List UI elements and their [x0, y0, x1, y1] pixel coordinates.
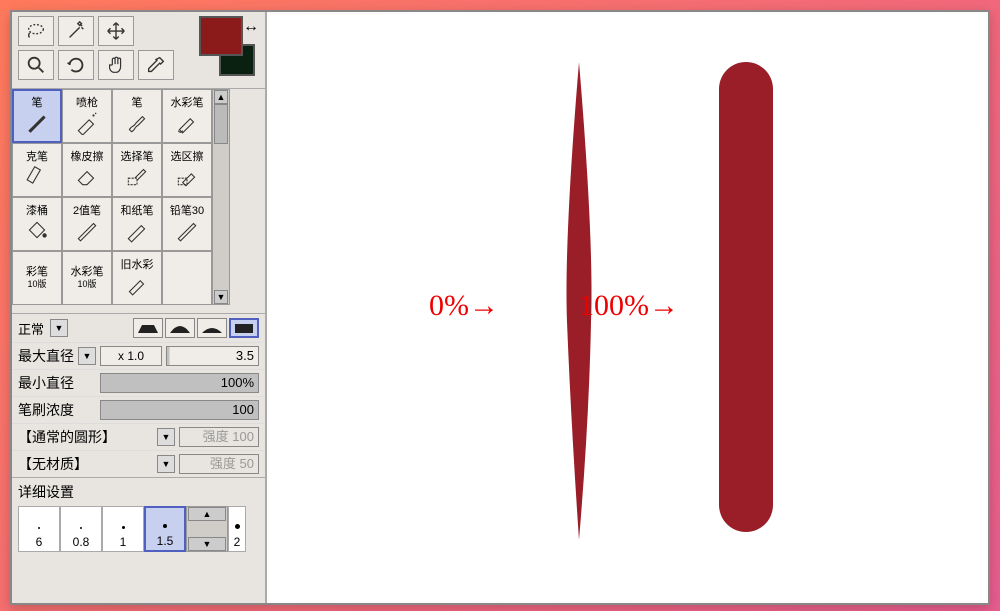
brush-watercolor[interactable]: 水彩笔 — [162, 89, 212, 143]
annotation-100pct: 100%→ — [579, 289, 679, 323]
washi-icon — [124, 217, 150, 243]
detail-settings-header: 详细设置 — [12, 477, 265, 506]
brush-oldwater[interactable]: 旧水彩 — [112, 251, 162, 305]
brush-bucket[interactable]: 漆桶 — [12, 197, 62, 251]
size-dot-icon — [38, 527, 40, 529]
lasso-tool[interactable] — [18, 16, 54, 46]
density-label: 笔刷浓度 — [18, 400, 74, 420]
brush-washi[interactable]: 和纸笔 — [112, 197, 162, 251]
max-diameter-slider[interactable]: 3.5 — [166, 346, 259, 366]
app-window: ↔ 笔 喷枪 笔 水彩笔 ▲ ▼ — [10, 10, 990, 605]
brush-binary[interactable]: 2值笔 — [62, 197, 112, 251]
annotation-0pct: 0%→ — [429, 289, 499, 323]
eyedropper-tool[interactable] — [138, 50, 174, 80]
brush-grid: 笔 喷枪 笔 水彩笔 ▲ ▼ 克笔 — [12, 88, 265, 305]
brush-shape-strength: 强度 100 — [179, 427, 259, 447]
min-diameter-label: 最小直径 — [18, 373, 74, 393]
size-preset[interactable]: 0.8 — [60, 506, 102, 552]
texture-dropdown[interactable]: ▼ — [157, 455, 175, 473]
marker-icon — [24, 163, 50, 189]
size-scrollbar[interactable]: ▲ ▼ — [186, 506, 228, 552]
brush-brush[interactable]: 笔 — [112, 89, 162, 143]
foreground-color-swatch[interactable] — [199, 16, 243, 56]
size-preset[interactable]: 1.5 — [144, 506, 186, 552]
brush-select-eraser[interactable]: 选区擦 — [162, 143, 212, 197]
brush-shape-row: 【通常的圆形】 ▼ 强度 100 — [12, 423, 265, 450]
blend-mode-label: 正常 — [18, 319, 44, 338]
size-preset[interactable]: 2 — [228, 506, 246, 552]
density-row: 笔刷浓度 100 — [12, 396, 265, 423]
move-tool[interactable] — [98, 16, 134, 46]
edge-shape-flat[interactable] — [133, 318, 163, 338]
airbrush-icon — [74, 109, 100, 135]
zoom-tool[interactable] — [18, 50, 54, 80]
brush-icon — [124, 109, 150, 135]
brush-shape-label: 【通常的圆形】 — [18, 427, 153, 447]
toolbar: ↔ — [12, 12, 265, 84]
min-diameter-slider[interactable]: 100% — [100, 373, 259, 393]
tool-sidebar: ↔ 笔 喷枪 笔 水彩笔 ▲ ▼ — [12, 12, 267, 603]
size-preset[interactable]: 1 — [102, 506, 144, 552]
diameter-multiplier[interactable]: x 1.0 — [100, 346, 162, 366]
edge-shape-soft[interactable] — [197, 318, 227, 338]
stroke-sample-100pct — [719, 62, 773, 532]
size-preset-table: 6 0.8 1 1.5 2 ▲ ▼ — [12, 506, 265, 552]
select-eraser-icon — [174, 163, 200, 189]
bucket-icon — [24, 217, 50, 243]
min-diameter-row: 最小直径 100% — [12, 369, 265, 396]
pencil-icon — [174, 217, 200, 243]
max-diameter-label: 最大直径 — [18, 346, 74, 366]
brush-airbrush[interactable]: 喷枪 — [62, 89, 112, 143]
brush-pencil30[interactable]: 铅笔30 — [162, 197, 212, 251]
color-swatches[interactable]: ↔ — [199, 16, 259, 76]
swap-colors-icon[interactable]: ↔ — [243, 18, 259, 36]
size-preset[interactable]: 6 — [18, 506, 60, 552]
brush-select-pen[interactable]: 选择笔 — [112, 143, 162, 197]
brush-colorpen[interactable]: 彩笔 10版 — [12, 251, 62, 305]
scroll-up-icon[interactable]: ▲ — [188, 507, 226, 521]
brush-empty[interactable] — [162, 251, 212, 305]
eraser-icon — [74, 163, 100, 189]
texture-strength: 强度 50 — [179, 454, 259, 474]
density-slider[interactable]: 100 — [100, 400, 259, 420]
brush-scrollbar[interactable]: ▲ ▼ — [212, 89, 230, 305]
scroll-up-icon[interactable]: ▲ — [214, 90, 228, 104]
max-diameter-dropdown[interactable]: ▼ — [78, 347, 96, 365]
scroll-down-icon[interactable]: ▼ — [188, 537, 226, 551]
texture-row: 【无材质】 ▼ 强度 50 — [12, 450, 265, 477]
brush-shape-dropdown[interactable]: ▼ — [157, 428, 175, 446]
hand-tool[interactable] — [98, 50, 134, 80]
wand-tool[interactable] — [58, 16, 94, 46]
rotate-tool[interactable] — [58, 50, 94, 80]
max-diameter-row: 最大直径 ▼ x 1.0 3.5 — [12, 342, 265, 369]
edge-shape-hard[interactable] — [229, 318, 259, 338]
scroll-down-icon[interactable]: ▼ — [214, 290, 228, 304]
size-dot-icon — [163, 524, 167, 528]
edge-shape-round[interactable] — [165, 318, 195, 338]
binary-pen-icon — [74, 217, 100, 243]
brush-marker[interactable]: 克笔 — [12, 143, 62, 197]
brush-eraser[interactable]: 橡皮擦 — [62, 143, 112, 197]
brush-watercolor2[interactable]: 水彩笔 10版 — [62, 251, 112, 305]
canvas[interactable]: 0%→ 100%→ — [269, 14, 986, 601]
select-brush-icon — [124, 163, 150, 189]
pen-icon — [24, 109, 50, 135]
size-dot-icon — [122, 526, 125, 529]
scroll-thumb[interactable] — [214, 104, 228, 144]
blend-mode-row: 正常 ▼ — [12, 313, 265, 342]
oldwater-icon — [124, 271, 150, 297]
texture-label: 【无材质】 — [18, 454, 153, 474]
brush-pen[interactable]: 笔 — [12, 89, 62, 143]
size-dot-icon — [80, 527, 82, 529]
watercolor-icon — [174, 109, 200, 135]
blend-mode-dropdown[interactable]: ▼ — [50, 319, 68, 337]
size-dot-icon — [235, 524, 240, 529]
